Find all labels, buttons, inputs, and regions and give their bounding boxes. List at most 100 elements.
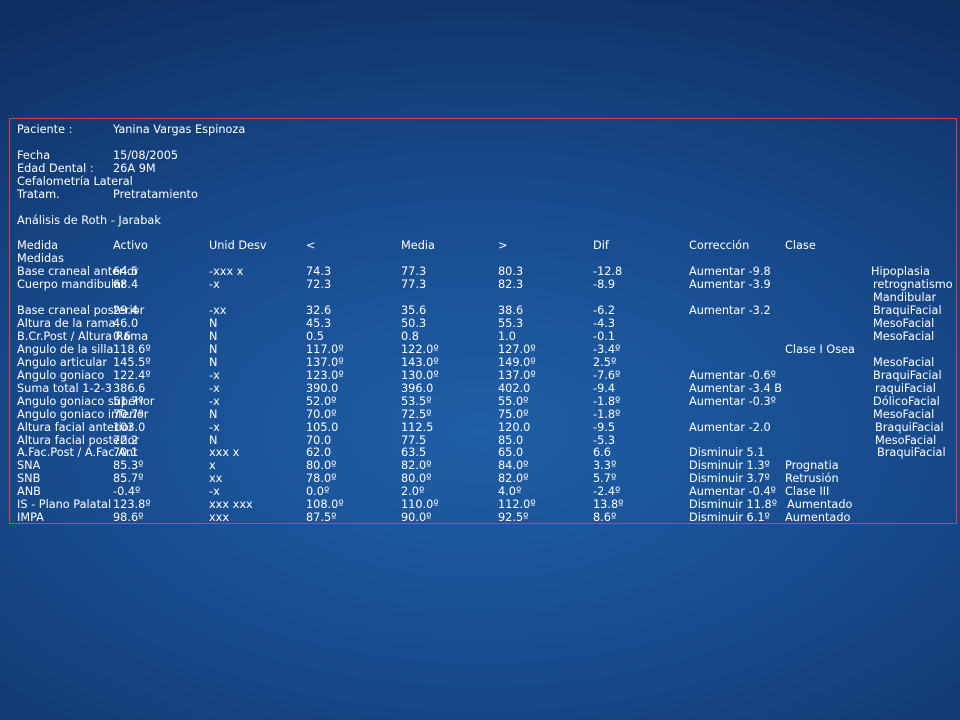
patient-row: Paciente : Yanina Vargas Espinoza <box>17 123 952 137</box>
cell-min: 70.0º <box>306 407 337 421</box>
cell-min: 72.3 <box>306 278 332 292</box>
cell-unid-desv: -x <box>209 278 220 292</box>
patient-label: Paciente : <box>17 123 73 136</box>
cell-unid-desv: -x <box>209 420 220 434</box>
cell-media: 112.5 <box>401 420 434 434</box>
cell-unid-desv: N <box>209 355 218 369</box>
cell-activo: 68.4 <box>113 278 139 292</box>
cell-max: 137.0º <box>498 368 536 382</box>
cell-dif: -3.4º <box>593 342 621 356</box>
cell-dif: -0.1 <box>593 330 616 343</box>
cell-clase: BraquiFacial <box>873 368 942 382</box>
column-header-min: < <box>306 239 316 253</box>
cell-max: 120.0 <box>498 420 531 434</box>
cell-min: 117.0º <box>306 342 344 356</box>
age-row: Edad Dental : 26A 9M <box>17 161 952 176</box>
age-value: 26A 9M <box>113 161 156 175</box>
date-row: Fecha 15/08/2005 <box>17 148 952 163</box>
report-content: Paciente : Yanina Vargas Espinoza Fecha … <box>17 123 953 525</box>
cell-medida: Angulo goniaco <box>17 368 105 382</box>
table-row: Altura facial anterior 103.0 -x 105.0 112.5 1… <box>17 420 952 435</box>
cell-unid-desv: N <box>209 342 218 356</box>
cell-media: 90.0º <box>401 511 432 525</box>
cell-activo: 103.0 <box>113 420 146 434</box>
cell-clase: MesoFacial <box>873 355 935 369</box>
cell-dif: -9.4 <box>593 381 616 395</box>
column-header-correccion: Corrección <box>689 239 750 253</box>
treatment-value: Pretratamiento <box>113 187 198 201</box>
cell-activo: 98.6º <box>113 511 144 525</box>
table-row: Angulo goniaco superior 51.7º -x 52.0º 53.5º… <box>17 394 952 409</box>
cell-dif: -7.6º <box>593 368 621 382</box>
cell-dif: -1.8º <box>593 394 621 408</box>
cell-activo: 145.5º <box>113 355 151 369</box>
table-row: Base craneal anterior 64.5 -xxx x 74.3 77.3 8… <box>17 265 952 279</box>
table-row: Altura facial posterior 72.2 N 70.0 77.5 85.0… <box>17 434 952 448</box>
cell-min: 0.5 <box>306 330 324 343</box>
age-label: Edad Dental : <box>17 161 94 175</box>
cell-medida: Angulo articular <box>17 355 108 369</box>
table-row: Mandibular <box>17 291 952 305</box>
cell-min: 87.5º <box>306 511 337 525</box>
cell-media: 130.0º <box>401 368 439 382</box>
date-value: 15/08/2005 <box>113 148 179 162</box>
cell-media: 143.0º <box>401 355 439 369</box>
cell-min: 137.0º <box>306 355 344 369</box>
table-subheader-row: Medidas <box>17 252 952 266</box>
cell-unid-desv: -x <box>209 368 220 382</box>
table-row: Cuerpo mandibular 68.4 -x 72.3 77.3 82.3 -8.9 A… <box>17 278 953 292</box>
cell-media: 396.0 <box>401 381 434 395</box>
cell-unid-desv: xxx <box>209 511 230 525</box>
cell-unid-desv: N <box>209 330 218 343</box>
table-row: Angulo goniaco inferior 70.7º N 70.0º 72.5º 7… <box>17 407 952 422</box>
cell-clase: Aumentado <box>785 511 851 525</box>
cell-media: 122.0º <box>401 342 439 356</box>
table-header-row: Medida Activo Unid Desv < Media > Dif Correcció… <box>17 239 952 253</box>
cell-media: 72.5º <box>401 407 432 421</box>
date-label: Fecha <box>17 148 51 162</box>
cell-max: 92.5º <box>498 511 529 525</box>
table-row: Angulo de la silla 118.6º N 117.0º 122.0º 127… <box>17 342 952 357</box>
cell-clase: raquiFacial <box>875 381 936 395</box>
cell-correccion: Aumentar -0.6º <box>689 368 776 382</box>
cell-clase: Clase I Osea <box>785 342 855 356</box>
column-header-dif: Dif <box>593 239 609 253</box>
table-row: B.Cr.Post / Altura Rama 0.6 N 0.5 0.8 1.0 -0.1… <box>17 330 952 344</box>
cell-activo: 386.6 <box>113 381 146 395</box>
table-body: Base craneal anterior 64.5 -xxx x 74.3 77.3 8… <box>17 265 953 525</box>
table-row: Altura de la rama 46.0 N 45.3 50.3 55.3 -4.3 Me… <box>17 317 952 331</box>
cell-max: 55.0º <box>498 394 529 408</box>
cell-clase: MesoFacial <box>873 407 935 421</box>
cell-correccion: Aumentar -3.2 <box>689 304 771 318</box>
study-row: Cefalometría Lateral <box>17 174 952 189</box>
cell-clase: BraquiFacial <box>877 446 946 460</box>
column-header-unid-desv: Unid Desv <box>209 239 267 253</box>
cell-activo: 122.4º <box>113 368 151 382</box>
cell-correccion: Aumentar -3.4 B <box>689 381 782 395</box>
cell-min: 105.0 <box>306 420 339 434</box>
cell-dif: -8.9 <box>593 278 616 292</box>
column-header-max: > <box>498 239 508 253</box>
cell-correccion: Disminuir 6.1º <box>689 511 770 525</box>
cell-medida: Angulo de la silla <box>17 342 114 356</box>
table-row: Angulo goniaco 122.4º -x 123.0º 130.0º 137.0º… <box>17 368 952 383</box>
cell-min: 390.0 <box>306 381 339 395</box>
treatment-label: Tratam. <box>17 187 60 201</box>
patient-name: Yanina Vargas Espinoza <box>113 123 246 136</box>
cell-clase: DólicoFacial <box>873 394 940 408</box>
table-row: IMPA 98.6º xxx 87.5º 90.0º 92.5º 8.6º Disminuir… <box>17 511 952 525</box>
cell-media: 77.3 <box>401 278 427 292</box>
cell-min: 123.0º <box>306 368 344 382</box>
cell-activo: 118.6º <box>113 342 151 356</box>
cell-max: 82.3 <box>498 278 524 292</box>
cell-dif: -1.8º <box>593 407 621 421</box>
cell-unid-desv: N <box>209 407 218 421</box>
study-type: Cefalometría Lateral <box>17 174 133 188</box>
column-header-activo: Activo <box>113 239 148 253</box>
cell-medida: Suma total 1-2-3 <box>17 381 112 395</box>
cell-activo: 70.7º <box>113 407 144 421</box>
analysis-title-row: Análisis de Roth - Jarabak <box>17 214 952 228</box>
cell-clase: BraquiFacial <box>875 420 944 434</box>
cell-correccion: Aumentar -0.3º <box>689 394 776 408</box>
cell-dif: 2.5º <box>593 355 617 369</box>
